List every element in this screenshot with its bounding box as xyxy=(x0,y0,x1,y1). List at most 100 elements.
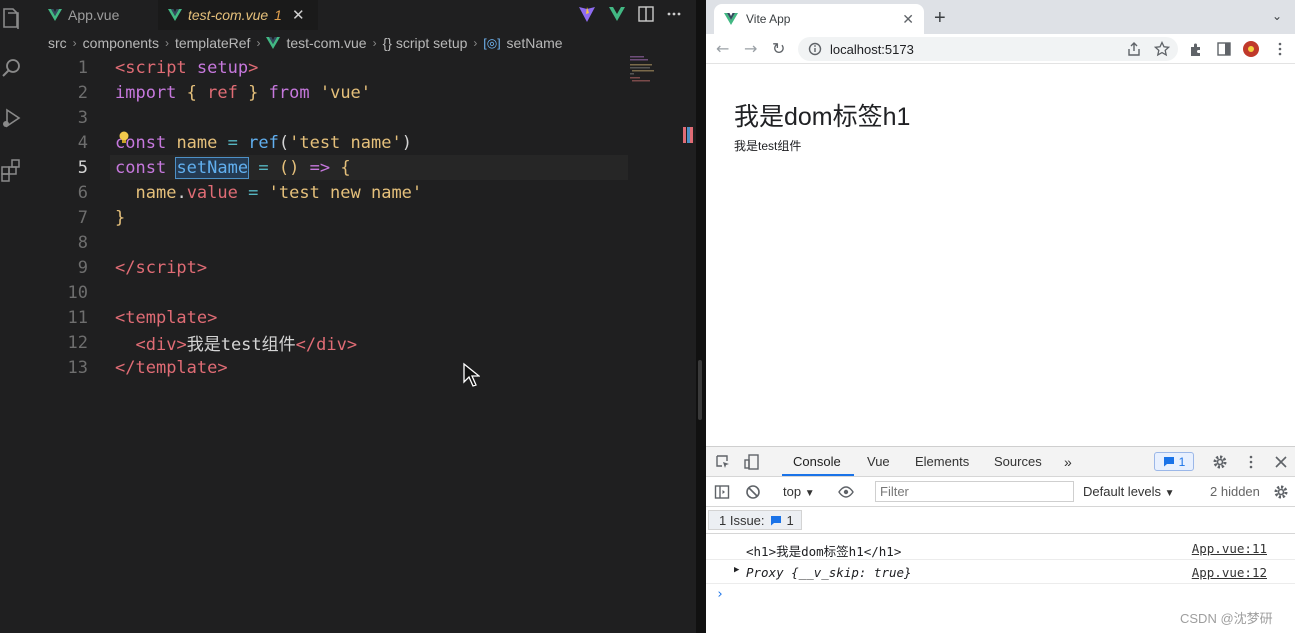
code-line: 8 xyxy=(0,230,690,255)
scrollbar-markers[interactable] xyxy=(683,125,693,145)
page-heading: 我是dom标签h1 xyxy=(734,103,911,131)
vue-file-icon xyxy=(168,9,182,21)
tab-vue[interactable]: Vue xyxy=(867,454,890,469)
mouse-cursor-icon xyxy=(463,362,480,387)
editor-actions xyxy=(578,5,682,23)
vue-split-icon[interactable] xyxy=(608,5,626,23)
close-tab-icon[interactable]: ✕ xyxy=(902,11,914,28)
code-line: 11 <template> xyxy=(0,305,690,330)
code-line: 9 </script> xyxy=(0,255,690,280)
vite-favicon-icon xyxy=(724,13,738,25)
chevron-right-icon: › xyxy=(372,36,377,50)
messages-badge[interactable]: 1 xyxy=(1154,452,1194,471)
profile-avatar[interactable] xyxy=(1243,41,1259,57)
symbol-variable-icon: [◎] xyxy=(483,36,501,50)
hidden-count: 2 hidden xyxy=(1210,484,1260,499)
line-number: 5 xyxy=(77,157,88,178)
minimap[interactable] xyxy=(628,55,680,85)
close-devtools-icon[interactable] xyxy=(1273,454,1289,470)
explorer-icon[interactable] xyxy=(0,6,24,30)
code-line: 1 <script setup> xyxy=(0,55,690,80)
line-number: 8 xyxy=(77,232,88,253)
breadcrumb-item[interactable]: test-com.vue xyxy=(286,35,366,51)
issues-button[interactable]: 1 Issue: 1 xyxy=(708,510,802,530)
filter-input[interactable]: Filter xyxy=(875,481,1074,502)
url-text: localhost:5173 xyxy=(830,41,914,57)
log-source-link[interactable]: App.vue:11 xyxy=(1192,541,1267,556)
line-number: 11 xyxy=(67,307,88,328)
breadcrumb-item[interactable]: setName xyxy=(507,35,563,51)
chevron-right-icon: › xyxy=(473,36,478,50)
share-icon[interactable] xyxy=(1126,41,1142,57)
tab-elements[interactable]: Elements xyxy=(915,454,969,469)
chevron-down-icon[interactable]: ⌄ xyxy=(1272,9,1282,23)
log-source-link[interactable]: App.vue:12 xyxy=(1192,565,1267,580)
tab-app-vue[interactable]: App.vue xyxy=(38,0,129,30)
issues-label: 1 Issue: xyxy=(719,512,765,528)
settings-gear-icon[interactable] xyxy=(1212,454,1228,470)
breadcrumb-item[interactable]: components xyxy=(83,35,159,51)
splitter-handle[interactable] xyxy=(698,360,702,420)
code-line: 12 <div>我是test组件</div> xyxy=(0,330,690,356)
web-page-content: 我是dom标签h1 我是test组件 xyxy=(706,65,1295,445)
browser-tab[interactable]: Vite App ✕ xyxy=(714,4,924,34)
address-bar[interactable]: localhost:5173 xyxy=(798,37,1178,61)
bookmark-star-icon[interactable] xyxy=(1154,41,1170,57)
inspect-element-icon[interactable] xyxy=(715,454,731,470)
devtools-panel: Console Vue Elements Sources » 1 top ▼ F… xyxy=(706,446,1295,633)
log-levels-value: Default levels xyxy=(1083,484,1162,499)
context-selector[interactable]: top ▼ xyxy=(783,484,815,499)
line-number: 13 xyxy=(67,357,88,378)
dropdown-arrow-icon: ▼ xyxy=(1164,488,1175,499)
more-actions-icon[interactable] xyxy=(666,6,682,22)
clear-console-icon[interactable] xyxy=(745,484,761,500)
breadcrumb-item[interactable]: {} script setup xyxy=(383,35,468,51)
tab-test-com-vue[interactable]: test-com.vue 1 ✕ xyxy=(158,0,318,30)
live-expression-eye-icon[interactable] xyxy=(838,484,854,500)
code-line: 6 name.value = 'test new name' xyxy=(0,180,690,205)
devtools-tab-bar: Console Vue Elements Sources » 1 xyxy=(706,447,1295,477)
forward-button[interactable]: → xyxy=(744,39,757,58)
log-levels-dropdown[interactable]: Default levels ▼ xyxy=(1083,484,1175,499)
sidebar-toggle-icon[interactable] xyxy=(714,484,730,500)
new-tab-button[interactable]: + xyxy=(934,7,946,30)
active-tab-indicator xyxy=(782,474,854,476)
code-line-current: 5 const setName = () => { xyxy=(0,155,690,180)
console-settings-gear-icon[interactable] xyxy=(1273,484,1289,500)
tab-console[interactable]: Console xyxy=(793,454,841,469)
breadcrumb-item[interactable]: templateRef xyxy=(175,35,250,51)
console-log-row[interactable]: <h1>我是dom标签h1</h1> App.vue:11 xyxy=(706,536,1295,560)
reload-button[interactable]: ↻ xyxy=(772,39,785,58)
editor-tab-bar: App.vue test-com.vue 1 ✕ xyxy=(30,0,696,30)
back-button[interactable]: ← xyxy=(716,39,729,58)
console-log-row[interactable]: ▶ Proxy {__v_skip: true} App.vue:12 xyxy=(706,560,1295,584)
breadcrumb-item[interactable]: src xyxy=(48,35,67,51)
console-toolbar: top ▼ Filter Default levels ▼ 2 hidden xyxy=(706,477,1295,507)
code-line: 3 xyxy=(0,105,690,130)
side-panel-icon[interactable] xyxy=(1216,41,1232,57)
code-line: 2 import { ref } from 'vue' xyxy=(0,80,690,105)
lightbulb-icon[interactable] xyxy=(118,131,130,145)
chevron-right-icon: › xyxy=(72,36,77,50)
extensions-icon[interactable] xyxy=(1188,41,1204,57)
breadcrumb: src › components › templateRef › test-co… xyxy=(48,33,563,53)
window-splitter[interactable] xyxy=(696,0,706,633)
split-editor-icon[interactable] xyxy=(638,6,654,22)
message-icon xyxy=(770,515,781,525)
tab-sources[interactable]: Sources xyxy=(994,454,1042,469)
browser-window: Vite App ✕ + ⌄ ← → ↻ localhost:5173 我是do… xyxy=(706,0,1295,633)
more-options-icon[interactable] xyxy=(1243,454,1259,470)
code-line: 13 </template> xyxy=(0,355,690,380)
vite-icon[interactable] xyxy=(578,5,596,23)
expand-triangle-icon[interactable]: ▶ xyxy=(734,565,739,575)
site-info-icon[interactable] xyxy=(808,42,822,56)
log-message: Proxy {__v_skip: true} xyxy=(746,565,912,580)
more-tabs-icon[interactable]: » xyxy=(1064,454,1072,470)
watermark: CSDN @沈梦研 xyxy=(1180,611,1273,626)
device-toolbar-icon[interactable] xyxy=(744,454,760,470)
close-tab-icon[interactable]: ✕ xyxy=(292,6,305,24)
line-number: 3 xyxy=(77,107,88,128)
browser-menu-icon[interactable] xyxy=(1272,41,1288,57)
context-value: top xyxy=(783,484,802,499)
console-prompt-icon[interactable]: › xyxy=(716,587,724,602)
